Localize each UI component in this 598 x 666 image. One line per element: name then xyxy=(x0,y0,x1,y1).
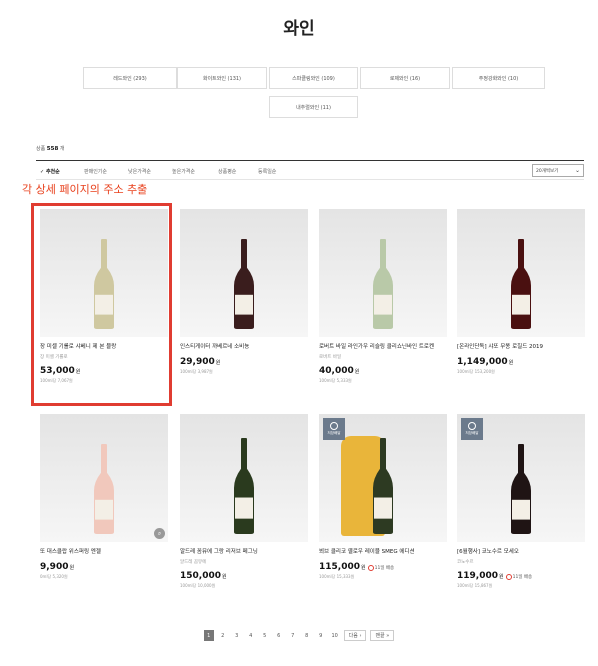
category-natural-wine[interactable]: 내추럴와인 (11) xyxy=(269,96,358,118)
product-brand: 로버트 바일 xyxy=(319,355,342,360)
product-brand: 알드레 꼼뮤에 xyxy=(180,560,207,565)
page-link[interactable]: 6 xyxy=(274,630,284,641)
unit-price: 100ml당 10,000원 xyxy=(180,583,216,588)
sort-newest[interactable]: 등록일순 xyxy=(258,168,276,175)
product-name[interactable]: [6월행사] 코노수르 모세오 xyxy=(457,548,585,556)
highlight-box xyxy=(31,203,172,406)
delivery-badge: 저장배달 xyxy=(461,418,483,440)
product-count: 상품 558 개 xyxy=(36,146,65,152)
product-brand: 코노수르 xyxy=(457,560,474,565)
sort-recommended[interactable]: ✓ 추천순 xyxy=(40,168,60,175)
page-link[interactable]: 8 xyxy=(302,630,312,641)
product-card[interactable]: 인스티게이터 까베르네 소비뇽 29,900원 100ml당 3,987원 xyxy=(180,209,308,375)
unit-price: 0ml당 5,320원 xyxy=(40,574,68,579)
clock-icon xyxy=(505,573,512,580)
unit-price: 100ml당 3,987원 xyxy=(180,369,213,374)
wine-bottle-icon xyxy=(234,239,254,329)
product-card[interactable]: 저장배달뵈브 클리코 옐로우 레이블 SMEG 에디션 115,000원 11일 배… xyxy=(319,414,447,580)
sort-price-high[interactable]: 높은가격순 xyxy=(172,168,195,175)
delivery-info: 11일 배송 xyxy=(367,564,394,571)
page-link[interactable]: 4 xyxy=(246,630,256,641)
product-image[interactable]: 저장배달 xyxy=(457,414,585,542)
product-price: 115,000원 11일 배송 xyxy=(319,562,395,572)
clock-icon xyxy=(468,422,476,430)
wine-bottle-icon xyxy=(234,438,254,534)
product-card[interactable]: 저장배달 [6월행사] 코노수르 모세오코노수르 119,000원 11일 배송 100… xyxy=(457,414,585,589)
product-name[interactable]: 로버트 바일 라인가우 리슬링 클리쇼닌바인 트로켄 xyxy=(319,343,447,351)
product-name[interactable]: 인스티게이터 까베르네 소비뇽 xyxy=(180,343,308,351)
product-card[interactable]: ⌕ 또 대스클랍 위스퍼링 엔젤 9,900원 0ml당 5,320원 xyxy=(40,414,168,580)
category-sparkling-wine[interactable]: 스파클링와인 (109) xyxy=(269,67,358,89)
category-red-wine[interactable]: 레드와인 (293) xyxy=(83,67,177,89)
product-image[interactable] xyxy=(180,209,308,337)
sort-popular[interactable]: 판매인기순 xyxy=(84,168,107,175)
category-white-wine[interactable]: 화이트와인 (131) xyxy=(177,67,267,89)
page-link[interactable]: 1 xyxy=(203,630,214,641)
page-title: 와인 xyxy=(283,19,315,39)
product-name[interactable]: [온라인단독] 샤또 무똥 로칠드 2019 xyxy=(457,343,585,351)
product-price: 119,000원 11일 배송 xyxy=(457,571,533,581)
unit-price: 100ml당 5,333원 xyxy=(319,378,352,383)
category-fortified-wine[interactable]: 주정강화와인 (10) xyxy=(452,67,545,89)
wine-bottle-icon xyxy=(94,444,114,534)
product-price: 1,149,000원 xyxy=(457,357,514,367)
product-image[interactable] xyxy=(319,209,447,337)
product-card[interactable]: 알드레 꼼뮤에 그랑 리저브 페그닝알드레 꼼뮤에 150,000원 100ml당 … xyxy=(180,414,308,589)
product-image[interactable] xyxy=(457,209,585,337)
sort-price-low[interactable]: 낮은가격순 xyxy=(128,168,151,175)
sort-review[interactable]: 상품평순 xyxy=(218,168,236,175)
product-image[interactable]: ⌕ xyxy=(40,414,168,542)
per-page-select[interactable]: 20개씩보기 ⌄ xyxy=(532,164,584,177)
delivery-info: 11일 배송 xyxy=(505,573,532,580)
annotation-label: 각 상세 페이지의 주소 추출 xyxy=(22,183,148,196)
product-image[interactable] xyxy=(180,414,308,542)
wine-bottle-icon xyxy=(373,438,393,534)
chevron-down-icon: ⌄ xyxy=(574,167,580,174)
last-page-button[interactable]: 맨끝 » xyxy=(370,630,395,641)
wine-bottle-icon xyxy=(511,444,531,534)
delivery-badge: 저장배달 xyxy=(323,418,345,440)
page-link[interactable]: 9 xyxy=(316,630,326,641)
wine-bottle-icon xyxy=(373,239,393,329)
page-link[interactable]: 5 xyxy=(260,630,270,641)
product-name[interactable]: 뵈브 클리코 옐로우 레이블 SMEG 에디션 xyxy=(319,548,447,556)
product-price: 150,000원 xyxy=(180,571,227,581)
product-name[interactable]: 또 대스클랍 위스퍼링 엔젤 xyxy=(40,548,168,556)
product-card[interactable]: 로버트 바일 라인가우 리슬링 클리쇼닌바인 트로켄로버트 바일 40,000원 1… xyxy=(319,209,447,384)
category-rose-wine[interactable]: 로제와인 (16) xyxy=(360,67,450,89)
product-name[interactable]: 알드레 꼼뮤에 그랑 리저브 페그닝 xyxy=(180,548,308,556)
clock-icon xyxy=(330,422,338,430)
product-card[interactable]: [온라인단독] 샤또 무똥 로칠드 2019 1,149,000원 100ml당 1… xyxy=(457,209,585,375)
product-price: 29,900원 xyxy=(180,357,221,367)
product-price: 9,900원 xyxy=(40,562,75,572)
unit-price: 100ml당 15,333원 xyxy=(319,574,355,579)
page-link[interactable]: 10 xyxy=(330,630,340,641)
product-image[interactable]: 저장배달 xyxy=(319,414,447,542)
zoom-icon[interactable]: ⌕ xyxy=(154,528,165,539)
sort-bar: ✓ 추천순 판매인기순 낮은가격순 높은가격순 상품평순 등록일순 20개씩보기… xyxy=(36,160,584,180)
unit-price: 100ml당 153,200원 xyxy=(457,369,495,374)
clock-icon xyxy=(367,564,374,571)
pagination: 1 2 3 4 5 6 7 8 9 10 다음 › 맨끝 » xyxy=(0,630,598,641)
page-link[interactable]: 7 xyxy=(288,630,298,641)
unit-price: 100ml당 15,867원 xyxy=(457,583,493,588)
page-link[interactable]: 3 xyxy=(232,630,242,641)
next-page-button[interactable]: 다음 › xyxy=(343,630,367,641)
wine-bottle-icon xyxy=(511,239,531,329)
page-link[interactable]: 2 xyxy=(218,630,228,641)
product-price: 40,000원 xyxy=(319,366,360,376)
